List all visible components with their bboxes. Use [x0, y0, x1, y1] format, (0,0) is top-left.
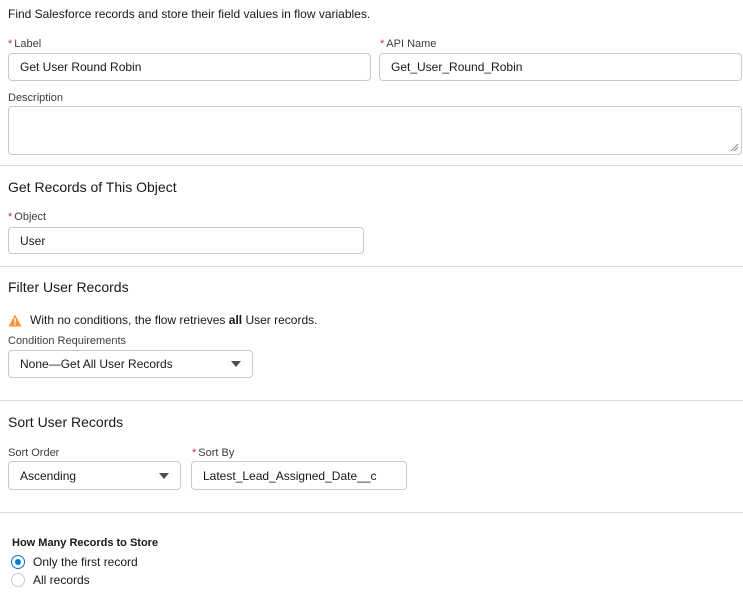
condition-requirements-select[interactable]: None—Get All User Records: [8, 350, 253, 378]
description-textarea[interactable]: [8, 106, 742, 155]
label-input-value: Get User Round Robin: [20, 60, 142, 74]
radio-option-first-record[interactable]: Only the first record: [11, 555, 138, 569]
description-field-label: Description: [8, 92, 64, 104]
object-field-label-text: Object: [14, 211, 47, 223]
condition-requirements-value: None—Get All User Records: [20, 357, 173, 371]
warning-prefix: With no conditions, the flow retrieves: [30, 313, 229, 327]
api-name-field-label-text: API Name: [386, 38, 437, 50]
resize-grip-icon[interactable]: [729, 142, 739, 152]
radio-label: All records: [33, 573, 90, 587]
sort-by-value: Latest_Lead_Assigned_Date__c: [203, 468, 377, 483]
object-section-title: Get Records of This Object: [8, 179, 177, 195]
radio-button-unchecked[interactable]: [11, 573, 25, 587]
object-input-value: User: [20, 233, 46, 248]
sort-by-label-text: Sort By: [198, 447, 235, 459]
filter-section-title: Filter User Records: [8, 279, 129, 295]
store-section-title: How Many Records to Store: [12, 537, 159, 549]
sort-order-value: Ascending: [20, 468, 77, 483]
radio-label: Only the first record: [33, 555, 138, 569]
section-divider: [0, 400, 743, 401]
sort-order-select[interactable]: Ascending: [8, 461, 181, 490]
required-marker: *: [8, 38, 13, 50]
warning-bold: all: [228, 313, 243, 327]
required-marker: *: [8, 211, 13, 223]
sort-section-title: Sort User Records: [8, 414, 124, 430]
section-divider: [0, 266, 743, 267]
section-divider: [0, 165, 743, 166]
api-name-field-label: * API Name: [380, 38, 436, 50]
object-input[interactable]: User: [8, 227, 364, 254]
intro-text: Find Salesforce records and store their …: [8, 7, 371, 21]
warning-icon: [8, 314, 22, 326]
condition-requirements-label: Condition Requirements: [8, 335, 127, 347]
chevron-down-icon: [231, 361, 241, 367]
radio-dot: [15, 559, 21, 565]
label-input[interactable]: Get User Round Robin: [8, 53, 371, 81]
warning-message: With no conditions, the flow retrieves a…: [30, 313, 317, 327]
sort-by-input[interactable]: Latest_Lead_Assigned_Date__c: [191, 461, 407, 490]
api-name-input[interactable]: Get_User_Round_Robin: [379, 53, 742, 81]
required-marker: *: [380, 38, 385, 50]
object-field-label: * Object: [8, 211, 46, 223]
radio-option-all-records[interactable]: All records: [11, 573, 90, 587]
required-marker: *: [192, 447, 197, 459]
section-divider: [0, 512, 743, 513]
label-field-label: * Label: [8, 38, 41, 50]
warning-suffix: User records.: [242, 313, 318, 327]
sort-order-label: Sort Order: [8, 447, 60, 459]
radio-button-checked[interactable]: [11, 555, 25, 569]
api-name-input-value: Get_User_Round_Robin: [391, 60, 523, 74]
sort-by-label: * Sort By: [192, 447, 234, 459]
chevron-down-icon: [159, 472, 169, 479]
label-field-label-text: Label: [14, 38, 42, 50]
filter-warning: With no conditions, the flow retrieves a…: [8, 313, 317, 327]
